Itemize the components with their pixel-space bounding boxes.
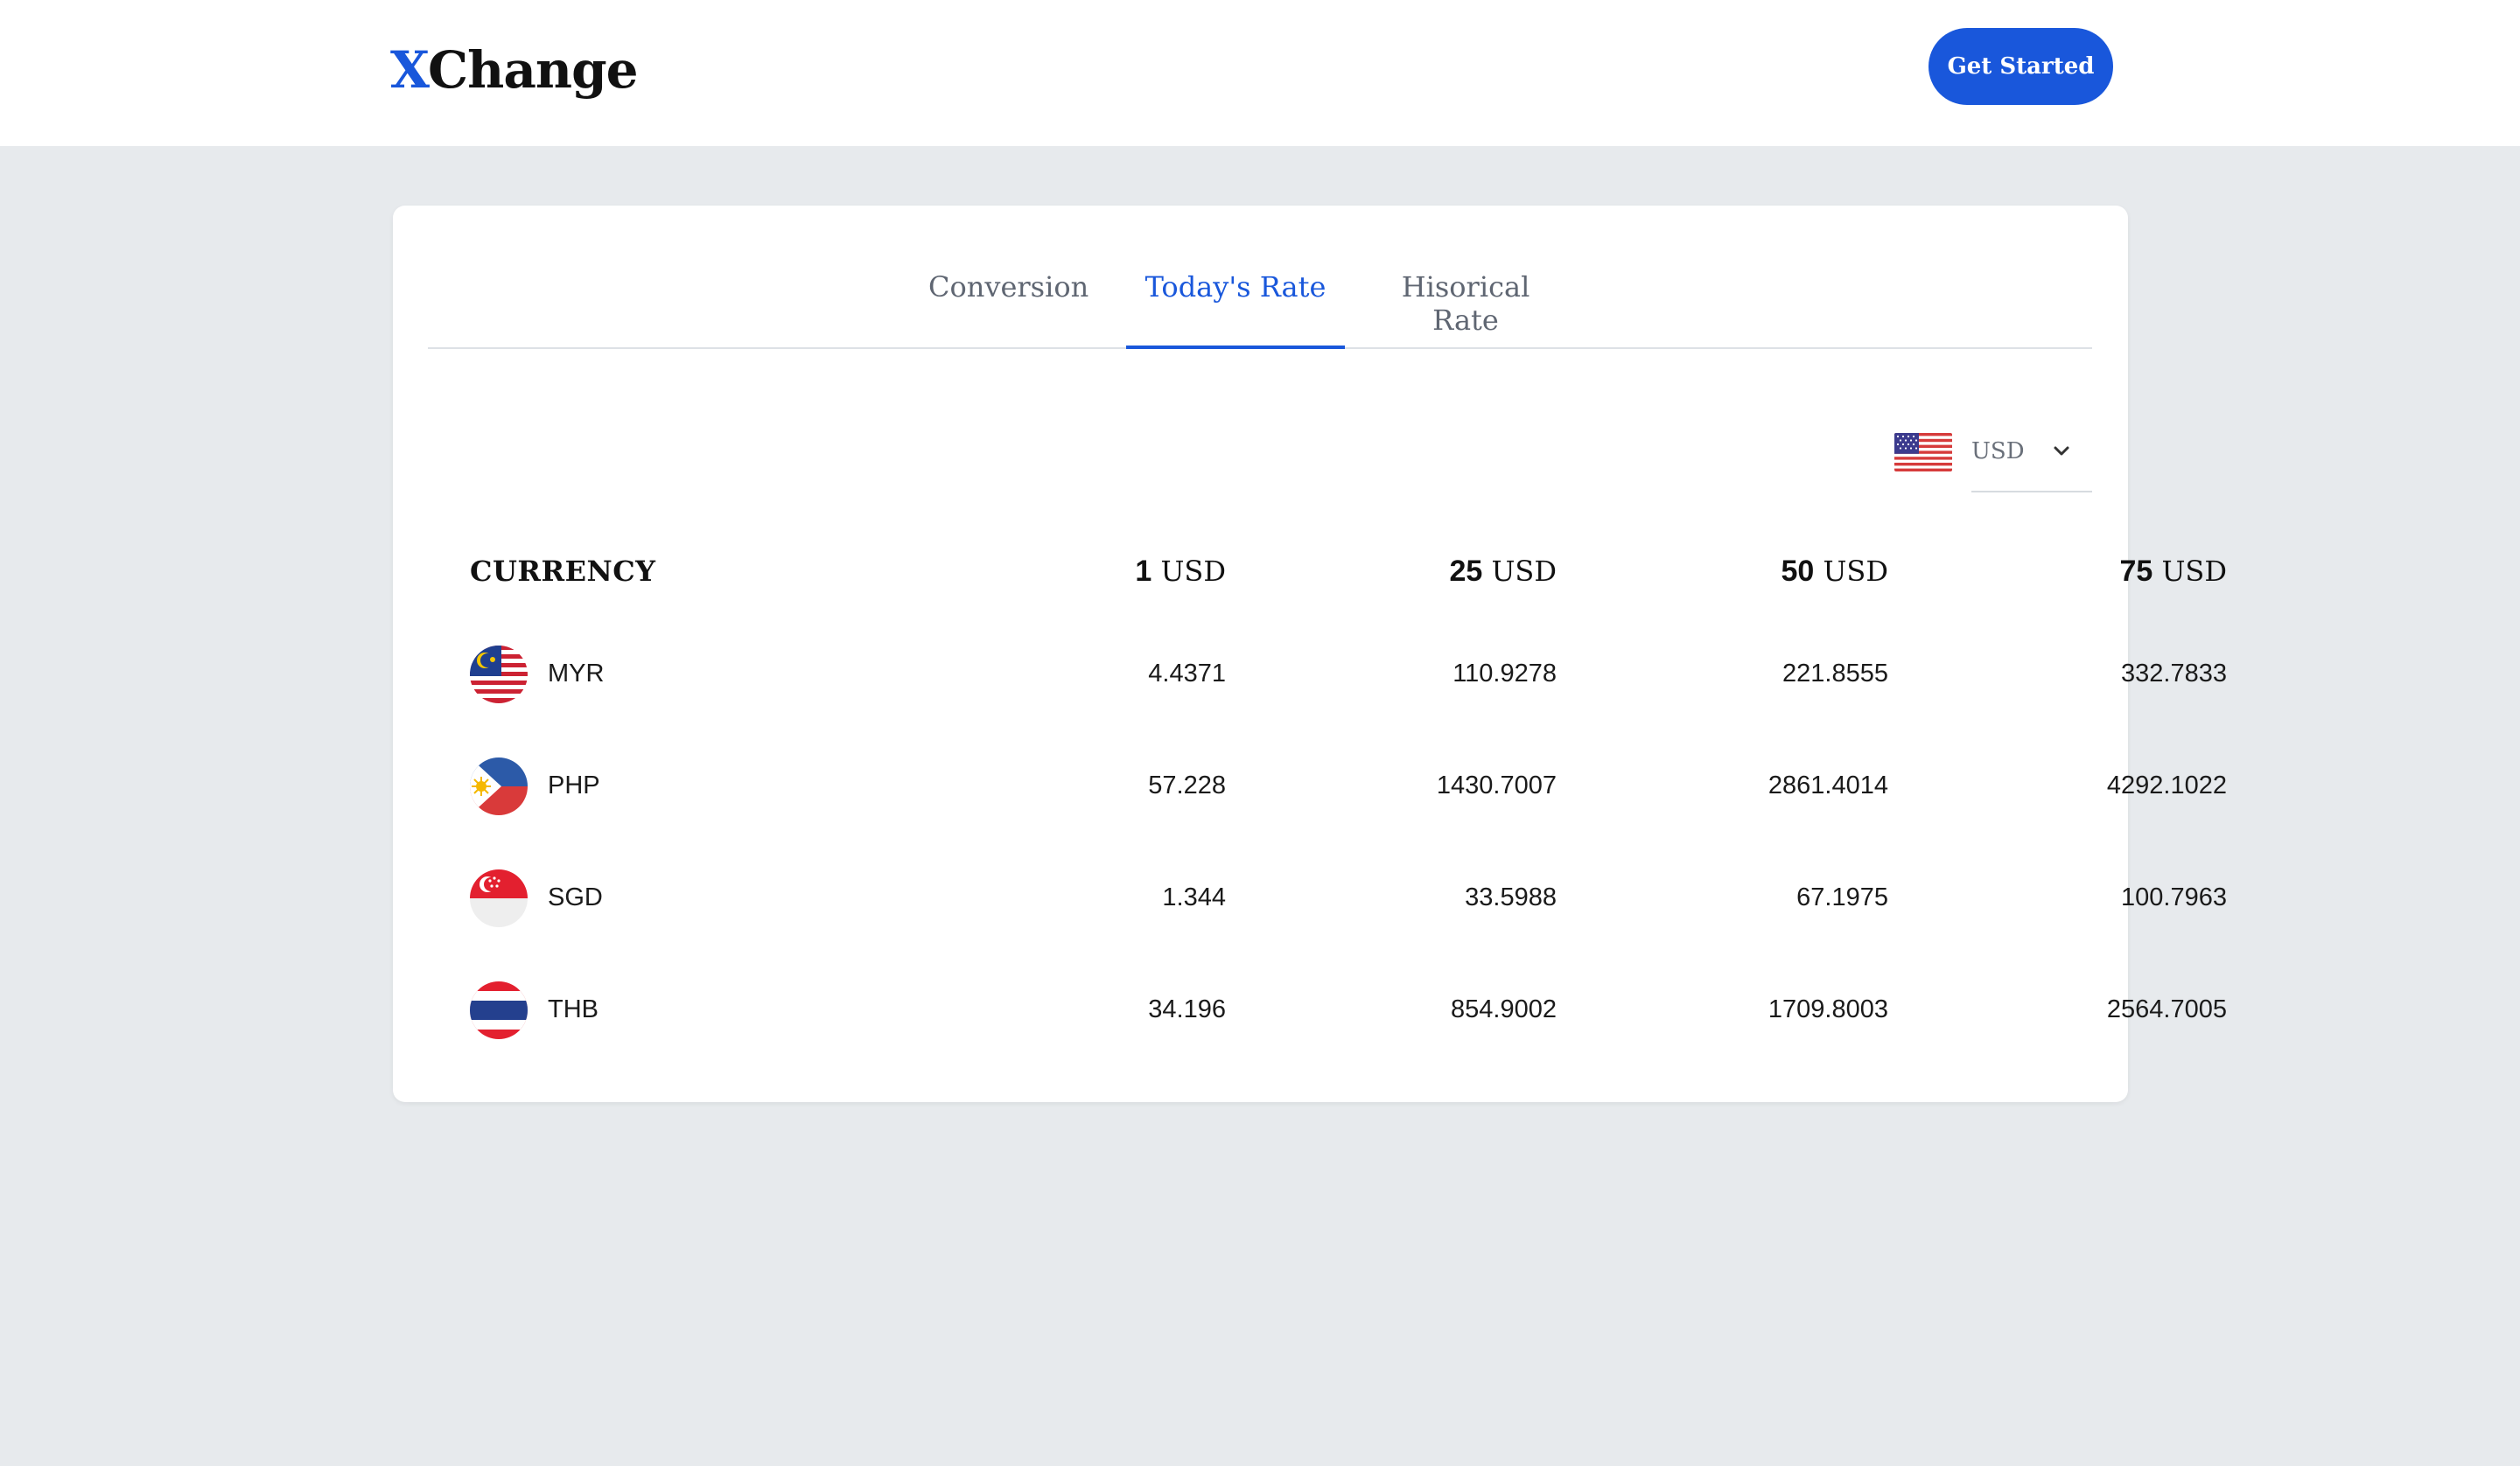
column-header-25-usd: 25 USD — [1449, 555, 1557, 588]
rate-myr-25: 110.9278 — [1452, 660, 1557, 688]
tab-historical-rate[interactable]: Hisorical Rate — [1369, 270, 1562, 349]
logo-text: Change — [427, 40, 639, 100]
currency-code-php: PHP — [548, 771, 600, 799]
rate-sgd-25: 33.5988 — [1465, 883, 1557, 911]
singapore-flag-icon — [470, 869, 528, 927]
rate-php-25: 1430.7007 — [1436, 771, 1557, 799]
app-logo[interactable]: XChange — [390, 40, 639, 100]
rate-thb-25: 854.9002 — [1451, 995, 1557, 1023]
base-currency-select[interactable]: USD — [1894, 433, 2092, 492]
philippines-flag-icon — [470, 757, 528, 815]
currency-code-thb: THB — [548, 995, 598, 1023]
logo-x: X — [390, 40, 429, 100]
chevron-down-icon[interactable] — [2052, 442, 2071, 461]
rate-php-75: 4292.1022 — [2106, 771, 2227, 799]
rates-card: Conversion Today's Rate Hisorical Rate U… — [393, 206, 2227, 1102]
rate-php-50: 2861.4014 — [1768, 771, 1888, 799]
base-currency-field[interactable]: USD — [1971, 433, 2092, 492]
us-flag-icon — [1894, 433, 1952, 471]
column-header-1-usd: 1 USD — [1135, 555, 1226, 588]
rate-thb-50: 1709.8003 — [1768, 995, 1888, 1023]
rate-php-1: 57.228 — [1148, 771, 1226, 799]
currency-code-sgd: SGD — [548, 883, 603, 911]
rate-sgd-1: 1.344 — [1162, 883, 1226, 911]
rate-thb-1: 34.196 — [1148, 995, 1226, 1023]
top-navbar: XChange Get Started — [0, 0, 2520, 146]
column-header-currency: CURRENCY — [470, 555, 656, 588]
column-header-75-usd: 75 USD — [2119, 555, 2227, 588]
rate-myr-50: 221.8555 — [1782, 660, 1888, 688]
tab-bar: Conversion Today's Rate Hisorical Rate — [428, 206, 2092, 349]
rate-sgd-50: 67.1975 — [1796, 883, 1888, 911]
malaysia-flag-icon — [470, 646, 528, 703]
rate-thb-75: 2564.7005 — [2106, 995, 2227, 1023]
tab-conversion[interactable]: Conversion — [928, 270, 1088, 349]
column-header-50-usd: 50 USD — [1781, 555, 1888, 588]
currency-code-myr: MYR — [548, 660, 605, 688]
rate-myr-75: 332.7833 — [2121, 660, 2227, 688]
rate-myr-1: 4.4371 — [1148, 660, 1226, 688]
get-started-button[interactable]: Get Started — [1928, 28, 2113, 105]
base-currency-code: USD — [1971, 438, 2025, 464]
tab-todays-rate[interactable]: Today's Rate — [1126, 270, 1345, 349]
thailand-flag-icon — [470, 981, 528, 1039]
rate-sgd-75: 100.7963 — [2121, 883, 2227, 911]
